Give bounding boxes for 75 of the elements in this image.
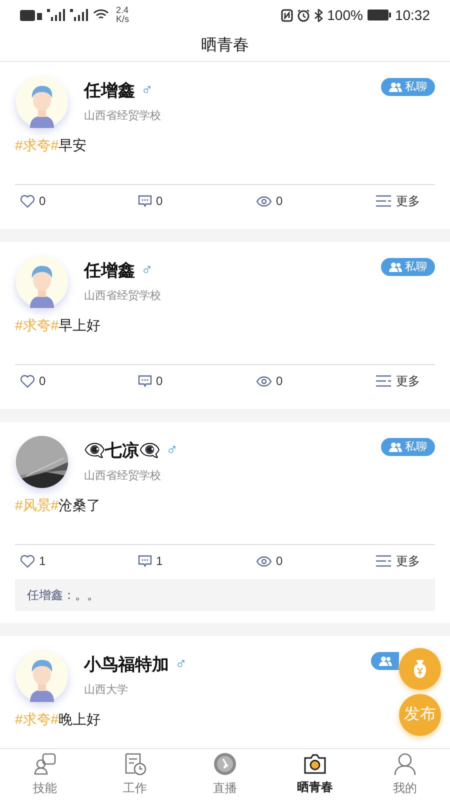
tab[interactable]: 直播 (180, 749, 270, 800)
clock: 10:32 (394, 6, 430, 24)
private-chat-button[interactable]: 私聊 (381, 258, 435, 276)
battery-percent: 100% (327, 6, 363, 24)
count-label: 1 (39, 553, 46, 570)
school-name: 山西省经贸学校 (84, 468, 162, 484)
bluetooth-icon (314, 8, 324, 22)
network-speed-unit: K/s (116, 15, 130, 24)
user-icon (393, 752, 417, 776)
network-speed: 2.4 (116, 6, 130, 15)
people-icon (389, 82, 402, 92)
post-text: #求夸#晚上好 (15, 711, 101, 727)
count-label: 0 (156, 193, 163, 210)
nfc-icon (281, 8, 294, 22)
more-label[interactable]: 更多 (396, 372, 420, 390)
count-label: 0 (39, 193, 46, 210)
wifi-icon (93, 9, 109, 21)
private-chat-button[interactable]: 私聊 (381, 438, 435, 456)
private-chat-button[interactable] (371, 652, 399, 670)
user-name: 小鸟福特加 (84, 654, 169, 676)
comment-icon[interactable] (138, 554, 152, 568)
count-label: 0 (39, 373, 46, 390)
avatar-icon (16, 76, 68, 128)
people-icon (379, 656, 392, 666)
avatar-icon (16, 256, 68, 308)
gender-symbol: ♂ (166, 440, 178, 461)
tab[interactable]: 我的 (360, 749, 450, 800)
comment-icon[interactable] (138, 194, 152, 208)
school-name: 山西大学 (84, 682, 129, 698)
gender-symbol: ♂ (141, 80, 153, 101)
count-label: 0 (276, 193, 283, 210)
post-text: #求夸#早安 (15, 137, 87, 153)
private-chat-button[interactable]: 私聊 (381, 78, 435, 96)
heart-icon[interactable] (20, 194, 35, 208)
more-label[interactable]: 更多 (396, 192, 420, 210)
document-clock-icon (123, 752, 147, 776)
battery-icon (366, 9, 391, 21)
comment-text: 。。 (75, 587, 99, 604)
count-label: 1 (156, 553, 163, 570)
alarm-icon (297, 8, 310, 22)
avatar-icon (16, 650, 68, 702)
school-name: 山西省经贸学校 (84, 108, 161, 124)
heart-icon[interactable] (20, 554, 35, 568)
menu-icon[interactable] (376, 375, 391, 387)
camera-icon (303, 753, 327, 775)
count-label: 0 (276, 553, 283, 570)
people-icon (33, 752, 57, 776)
heart-icon[interactable] (20, 374, 35, 388)
count-label: 0 (276, 373, 283, 390)
menu-icon[interactable] (376, 555, 391, 567)
tab[interactable]: 工作 (90, 749, 180, 800)
user-name: 任增鑫 (84, 260, 135, 282)
more-label[interactable]: 更多 (396, 552, 420, 570)
eye-icon (256, 376, 272, 386)
signal-icon (70, 9, 88, 21)
comment-icon[interactable] (138, 374, 152, 388)
school-name: 山西省经贸学校 (84, 288, 161, 304)
tab[interactable]: 技能 (0, 749, 90, 800)
user-name: 👁‍🗨七凉👁‍🗨 (84, 440, 160, 462)
people-icon (389, 442, 402, 452)
comment-author: 任增鑫： (27, 587, 75, 604)
live-icon (213, 752, 237, 776)
people-icon (389, 262, 402, 272)
gender-symbol: ♂ (175, 654, 187, 675)
tab[interactable]: 晒青春 (270, 749, 360, 800)
signal-icon (47, 9, 65, 21)
post-text: #求夸#早上好 (15, 317, 101, 333)
eye-icon (256, 196, 272, 206)
count-label: 0 (156, 373, 163, 390)
menu-icon[interactable] (376, 195, 391, 207)
eye-icon (256, 556, 272, 566)
page-title: 晒青春 (201, 36, 249, 56)
gender-symbol: ♂ (141, 260, 153, 281)
post-text: #风景#沧桑了 (15, 497, 101, 513)
user-name: 任增鑫 (84, 80, 135, 102)
